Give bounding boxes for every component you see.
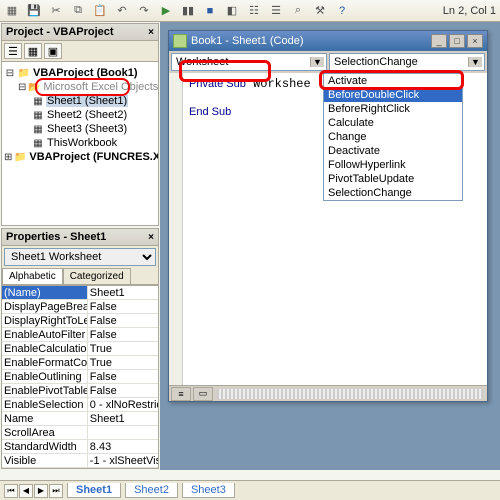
property-row[interactable]: StandardWidth8.43 [2,440,158,454]
save-icon[interactable]: 💾 [26,3,42,19]
cursor-position: Ln 2, Col 1 [443,5,496,17]
run-icon[interactable]: ▶ [158,3,174,19]
chevron-down-icon[interactable]: ▼ [310,57,324,67]
tree-folder-objects[interactable]: Microsoft Excel Objects [42,81,158,93]
paste-icon[interactable]: 📋 [92,3,108,19]
help-icon[interactable]: ? [334,3,350,19]
code-window-statusbar: ≡ ▭ [169,385,487,401]
event-option[interactable]: Activate [324,74,462,88]
plus-icon[interactable]: ⊞ [4,151,12,163]
maximize-icon[interactable]: □ [449,34,465,48]
code-window-icon [173,34,187,48]
undo-icon[interactable]: ↶ [114,3,130,19]
minus-icon[interactable]: ⊟ [4,67,16,79]
code-gutter [169,73,183,385]
property-row[interactable]: EnableSelection0 - xlNoRestricti [2,398,158,412]
property-row[interactable]: NameSheet1 [2,412,158,426]
tab-categorized[interactable]: Categorized [63,268,131,284]
property-row[interactable]: (Name)Sheet1 [2,286,158,300]
property-row[interactable]: ScrollArea [2,426,158,440]
sheet-icon: ▦ [32,109,44,121]
properties-panel: Properties - Sheet1 × Sheet1 Worksheet A… [1,228,159,469]
property-row[interactable]: EnablePivotTableFalse [2,384,158,398]
event-option[interactable]: Change [324,130,462,144]
object-selector[interactable]: Sheet1 Worksheet [4,248,156,266]
close-panel-icon[interactable]: × [148,232,154,243]
view-code-icon[interactable]: ☰ [4,43,22,59]
code-window: Book1 - Sheet1 (Code) _ □ × Worksheet ▼ … [168,30,488,402]
tree-sheet2[interactable]: Sheet2 (Sheet2) [46,109,128,121]
sheet-icon: ▦ [32,123,44,135]
tree-addin[interactable]: VBAProject (FUNCRES.XL [28,151,158,163]
sheet-tab-3[interactable]: Sheet3 [182,483,235,498]
property-row[interactable]: EnableCalculationTrue [2,342,158,356]
property-row[interactable]: EnableFormatConTrue [2,356,158,370]
event-option[interactable]: PivotTableUpdate [324,172,462,186]
last-sheet-icon[interactable]: ⏭ [49,484,63,498]
event-dropdown-list[interactable]: ActivateBeforeDoubleClickBeforeRightClic… [323,73,463,201]
procedure-view-icon[interactable]: ≡ [171,387,191,401]
reset-icon[interactable]: ■ [202,3,218,19]
property-row[interactable]: DisplayRightToLefFalse [2,314,158,328]
event-option[interactable]: BeforeRightClick [324,102,462,116]
close-panel-icon[interactable]: × [148,27,154,38]
code-window-title: Book1 - Sheet1 (Code) [191,35,431,47]
cut-icon[interactable]: ✂ [48,3,64,19]
full-module-view-icon[interactable]: ▭ [193,387,213,401]
properties-icon[interactable]: ☰ [268,3,284,19]
procedure-dropdown-value: SelectionChange [334,56,418,68]
main-toolbar: ▦ 💾 ✂ ⧉ 📋 ↶ ↷ ▶ ▮▮ ■ ◧ ☷ ☰ ⌕ ⚒ ? Ln 2, C… [0,0,500,22]
next-sheet-icon[interactable]: ▶ [34,484,48,498]
tab-alphabetic[interactable]: Alphabetic [2,268,63,284]
tree-root[interactable]: VBAProject (Book1) [32,67,139,79]
event-option[interactable]: BeforeDoubleClick [324,88,462,102]
workbook-icon: ▦ [32,137,44,149]
tree-thisworkbook[interactable]: ThisWorkbook [46,137,118,149]
view-object-icon[interactable]: ▦ [24,43,42,59]
sheet-tab-2[interactable]: Sheet2 [125,483,178,498]
design-icon[interactable]: ◧ [224,3,240,19]
prev-sheet-icon[interactable]: ◀ [19,484,33,498]
event-option[interactable]: FollowHyperlink [324,158,462,172]
object-dropdown[interactable]: Worksheet ▼ [171,53,327,71]
workbook-sheet-tabs: ⏮ ◀ ▶ ⏭ Sheet1 Sheet2 Sheet3 [0,480,500,500]
project-explorer-icon[interactable]: ☷ [246,3,262,19]
close-icon[interactable]: × [467,34,483,48]
object-browser-icon[interactable]: ⌕ [290,3,306,19]
break-icon[interactable]: ▮▮ [180,3,196,19]
properties-grid[interactable]: (Name)Sheet1DisplayPageBreakFalseDisplay… [2,285,158,468]
toggle-folders-icon[interactable]: ▣ [44,43,62,59]
project-explorer-panel: Project - VBAProject × ☰ ▦ ▣ ⊟📁VBAProjec… [1,23,159,226]
excel-icon[interactable]: ▦ [4,3,20,19]
event-option[interactable]: SelectionChange [324,186,462,200]
minus-icon[interactable]: ⊟ [18,81,26,93]
project-tree[interactable]: ⊟📁VBAProject (Book1) ⊟📂Microsoft Excel O… [2,62,158,225]
event-option[interactable]: Deactivate [324,144,462,158]
property-row[interactable]: EnableAutoFilterFalse [2,328,158,342]
sheet-icon: ▦ [32,95,44,107]
object-dropdown-value: Worksheet [176,56,228,68]
minimize-icon[interactable]: _ [431,34,447,48]
tree-sheet1[interactable]: Sheet1 (Sheet1) [46,95,128,107]
property-row[interactable]: EnableOutliningFalse [2,370,158,384]
sheet-tab-1[interactable]: Sheet1 [67,483,121,498]
copy-icon[interactable]: ⧉ [70,3,86,19]
code-window-titlebar[interactable]: Book1 - Sheet1 (Code) _ □ × [169,31,487,51]
folder-icon: 📂 [28,81,40,93]
mdi-area: Book1 - Sheet1 (Code) _ □ × Worksheet ▼ … [160,22,500,470]
tree-sheet3[interactable]: Sheet3 (Sheet3) [46,123,128,135]
event-option[interactable]: Calculate [324,116,462,130]
procedure-dropdown[interactable]: SelectionChange ▼ [329,53,485,71]
first-sheet-icon[interactable]: ⏮ [4,484,18,498]
toolbox-icon[interactable]: ⚒ [312,3,328,19]
vbaproject-icon: 📁 [14,151,26,163]
vbaproject-icon: 📁 [18,67,30,79]
chevron-down-icon[interactable]: ▼ [468,57,482,67]
property-row[interactable]: Visible-1 - xlSheetVisib [2,454,158,468]
project-panel-title: Project - VBAProject [6,26,114,38]
properties-panel-title: Properties - Sheet1 [6,231,106,243]
property-row[interactable]: DisplayPageBreakFalse [2,300,158,314]
horizontal-scrollbar[interactable] [217,389,483,399]
redo-icon[interactable]: ↷ [136,3,152,19]
